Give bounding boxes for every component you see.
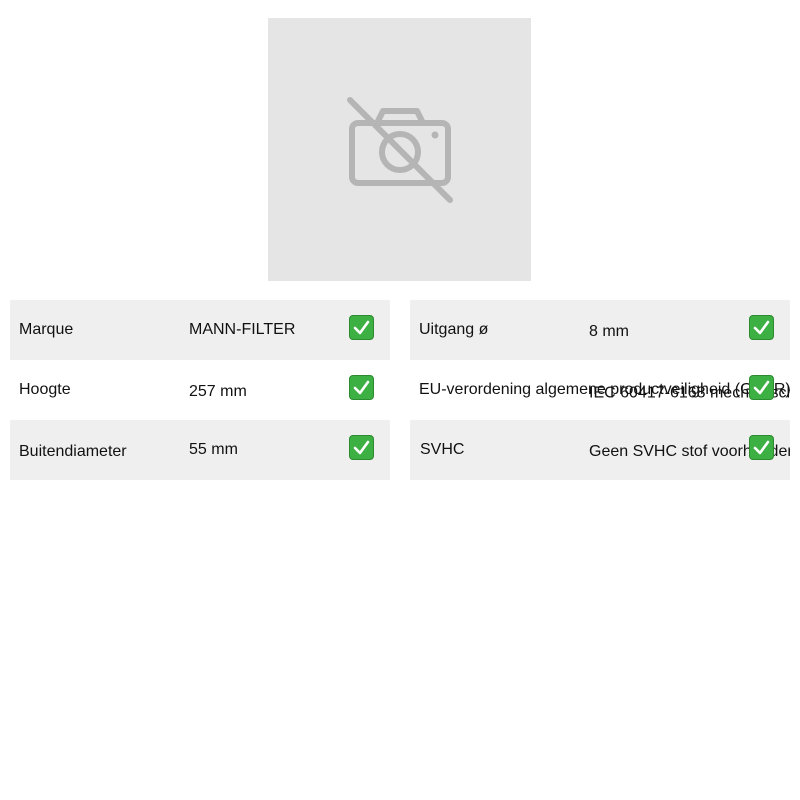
spec-label: SVHC: [420, 441, 465, 458]
table-row: Marque MANN-FILTER: [10, 300, 390, 360]
check-icon: [749, 315, 774, 340]
spec-label: Uitgang ø: [419, 321, 489, 338]
spec-value: 257 mm: [189, 382, 247, 400]
check-icon: [749, 435, 774, 460]
check-icon: [349, 315, 374, 340]
table-row: EU-verordening algemene productveilighei…: [410, 360, 790, 420]
check-icon: [749, 375, 774, 400]
table-row: Uitgang ø 8 mm: [410, 300, 790, 360]
spec-label: Hoogte: [19, 381, 71, 398]
spec-value: 55 mm: [189, 441, 238, 458]
spec-label: Marque: [19, 321, 74, 338]
check-icon: [349, 435, 374, 460]
table-row: SVHC Geen SVHC stof voorhanden: [410, 420, 790, 480]
spec-label: Buitendiameter: [19, 442, 127, 460]
spec-table-left: Marque MANN-FILTER Hoogte 257 mm Buitend…: [10, 300, 390, 480]
product-image-placeholder: [268, 18, 531, 281]
check-icon: [349, 375, 374, 400]
spec-table-right: Uitgang ø 8 mm EU-verordening algemene p…: [410, 300, 790, 480]
spec-value: 8 mm: [589, 322, 629, 340]
spec-value: MANN-FILTER: [189, 321, 296, 338]
table-row: Hoogte 257 mm: [10, 360, 390, 420]
camera-off-icon: [346, 96, 453, 203]
table-row: Buitendiameter 55 mm: [10, 420, 390, 480]
